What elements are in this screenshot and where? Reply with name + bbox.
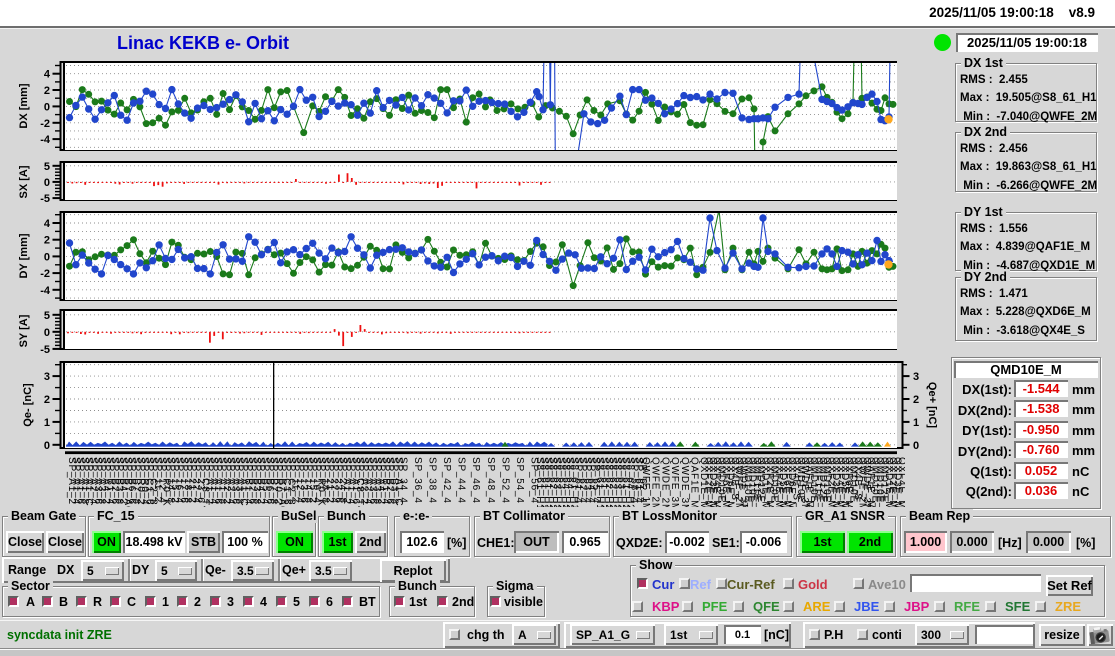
svg-text:QXF4E_M: QXF4E_M bbox=[896, 457, 907, 509]
svg-text:3: 3 bbox=[913, 371, 919, 383]
svg-text:2: 2 bbox=[44, 394, 50, 406]
svg-text:0: 0 bbox=[44, 251, 50, 263]
svg-text:-2: -2 bbox=[40, 118, 50, 130]
svg-text:SP_44_4: SP_44_4 bbox=[456, 457, 467, 504]
svg-text:QWDE_2M: QWDE_2M bbox=[659, 457, 670, 513]
svg-text:-5: -5 bbox=[40, 344, 50, 356]
svg-text:SP_38_4: SP_38_4 bbox=[427, 457, 438, 504]
svg-text:DY [mm]: DY [mm] bbox=[18, 233, 30, 278]
svg-text:SX [A]: SX [A] bbox=[18, 165, 30, 198]
svg-text:QWFE_3M: QWFE_3M bbox=[669, 457, 680, 512]
svg-text:0: 0 bbox=[44, 101, 50, 113]
svg-text:-4: -4 bbox=[40, 285, 51, 297]
svg-text:Qe- [nC]: Qe- [nC] bbox=[22, 383, 34, 427]
svg-text:5: 5 bbox=[44, 161, 50, 173]
svg-text:SP_54_4: SP_54_4 bbox=[514, 457, 525, 504]
svg-text:0: 0 bbox=[44, 177, 50, 189]
svg-text:0: 0 bbox=[913, 440, 919, 452]
svg-text:2: 2 bbox=[44, 85, 50, 97]
svg-text:4: 4 bbox=[44, 69, 51, 81]
svg-text:2: 2 bbox=[913, 394, 919, 406]
svg-text:SP_42_4: SP_42_4 bbox=[441, 457, 452, 504]
svg-text:1: 1 bbox=[44, 417, 50, 429]
svg-text:SP_46_4: SP_46_4 bbox=[470, 457, 481, 504]
svg-text:2: 2 bbox=[44, 235, 50, 247]
svg-text:SY [A]: SY [A] bbox=[18, 314, 30, 347]
svg-text:-5: -5 bbox=[40, 193, 50, 205]
svg-text:SP_48_4: SP_48_4 bbox=[485, 457, 496, 504]
svg-text:QWDE_3M: QWDE_3M bbox=[679, 457, 690, 513]
svg-text:SP_52_4: SP_52_4 bbox=[499, 457, 510, 504]
svg-text:QWFE_1M: QWFE_1M bbox=[640, 457, 651, 512]
svg-text:QAF1E_M: QAF1E_M bbox=[689, 457, 700, 509]
svg-text:SP_34_4: SP_34_4 bbox=[398, 457, 409, 504]
svg-text:5: 5 bbox=[44, 310, 50, 322]
svg-text:0: 0 bbox=[44, 327, 50, 339]
svg-text:-4: -4 bbox=[40, 134, 51, 146]
svg-text:1: 1 bbox=[913, 417, 919, 429]
svg-text:-2: -2 bbox=[40, 268, 50, 280]
svg-text:SP_36_4: SP_36_4 bbox=[412, 457, 423, 504]
svg-text:0: 0 bbox=[44, 440, 50, 452]
svg-text:DX [mm]: DX [mm] bbox=[18, 83, 30, 129]
svg-text:3: 3 bbox=[44, 371, 50, 383]
svg-text:Qe+ [nC]: Qe+ [nC] bbox=[926, 382, 938, 428]
svg-text:QWFE_2M: QWFE_2M bbox=[650, 457, 661, 512]
svg-text:4: 4 bbox=[44, 218, 51, 230]
